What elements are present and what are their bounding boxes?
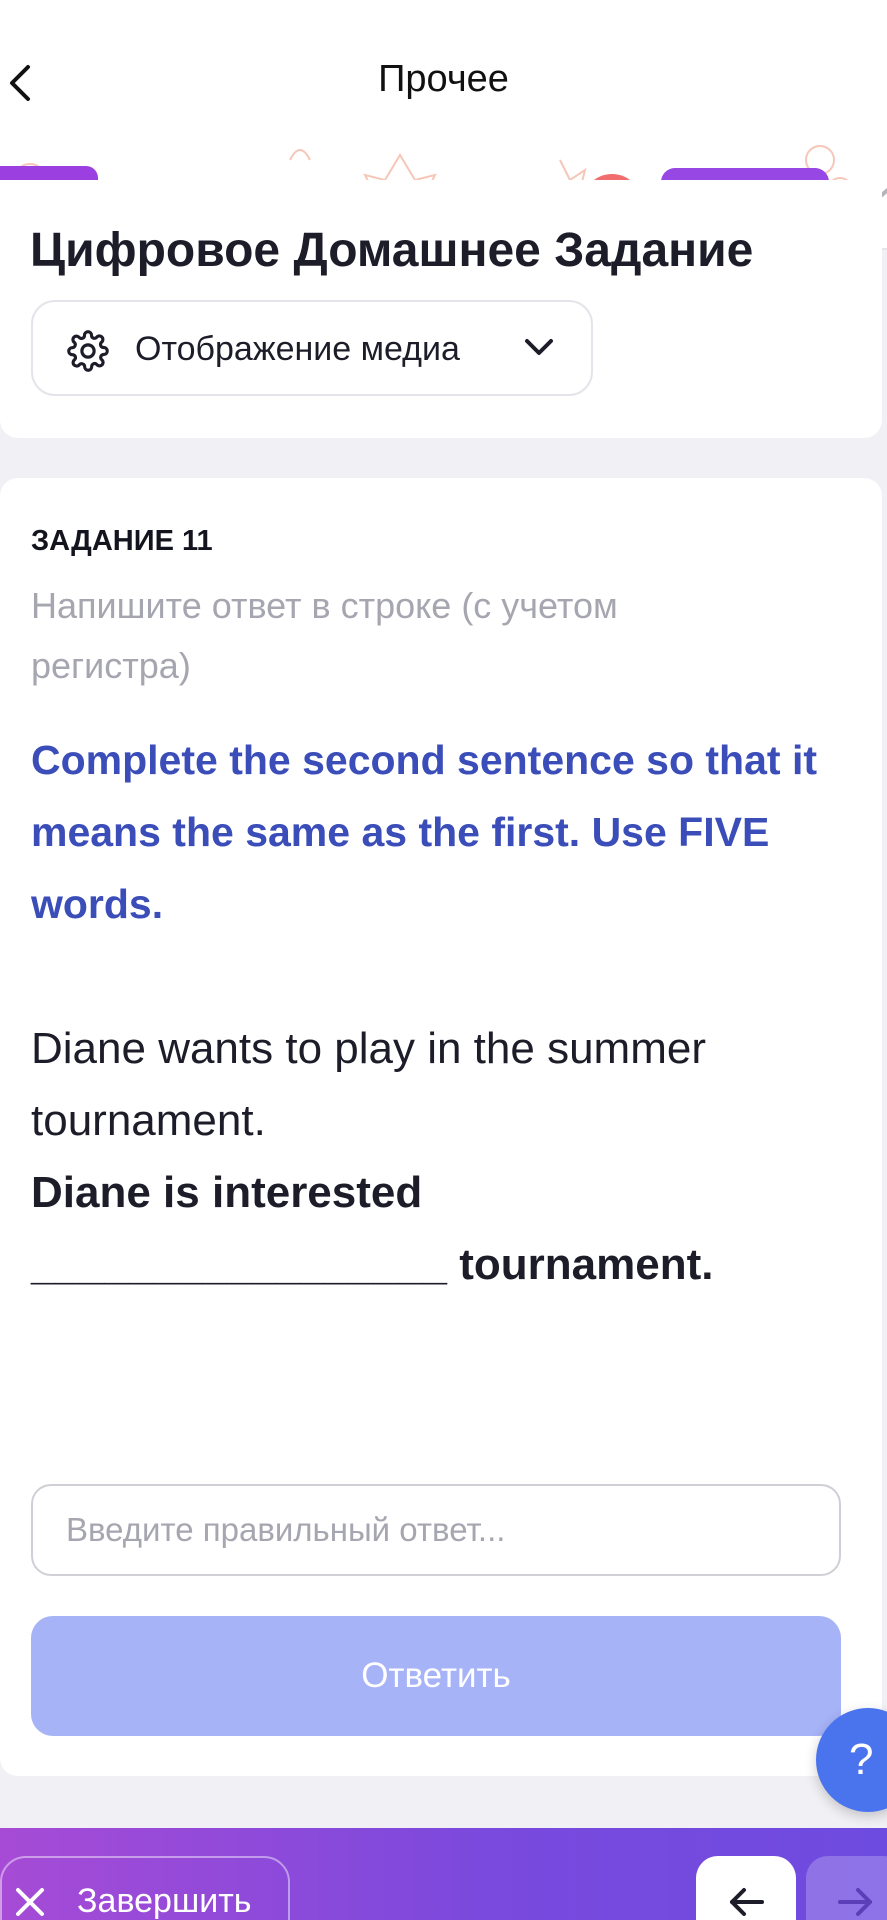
arrow-left-icon (730, 1888, 764, 1916)
previous-task-button[interactable] (696, 1856, 796, 1920)
task-instruction: Напишите ответ в строке (с учетом регист… (31, 585, 618, 686)
gear-icon (67, 330, 109, 372)
answer-input[interactable] (31, 1484, 841, 1576)
top-navigation: Прочее (0, 0, 887, 150)
target-sentence: Diane is interested _________________ to… (31, 1157, 851, 1301)
chevron-down-icon (525, 339, 553, 355)
task-prompt: Complete the second sentence so that it … (31, 737, 817, 927)
arrow-right-icon (838, 1888, 872, 1916)
finish-label: Завершить (77, 1882, 252, 1920)
media-display-button[interactable]: Отображение медиа (31, 300, 593, 396)
bottom-action-bar: Завершить (0, 1828, 887, 1920)
finish-button[interactable]: Завершить (0, 1856, 290, 1920)
next-task-button[interactable] (806, 1856, 887, 1920)
media-display-label: Отображение медиа (135, 330, 460, 368)
submit-answer-button[interactable]: Ответить (31, 1616, 841, 1736)
page-title: Прочее (378, 58, 509, 100)
target-sentence-start: Diane is interested (31, 1168, 423, 1217)
original-sentence: Diane wants to play in the summer tourna… (31, 1024, 706, 1145)
section-title: Цифровое Домашнее Задание (30, 224, 754, 277)
close-icon (16, 1888, 44, 1916)
target-sentence-end: tournament. (459, 1240, 714, 1289)
target-sentence-blank: _________________ (31, 1240, 448, 1289)
task-number: ЗАДАНИЕ 11 (31, 525, 213, 557)
